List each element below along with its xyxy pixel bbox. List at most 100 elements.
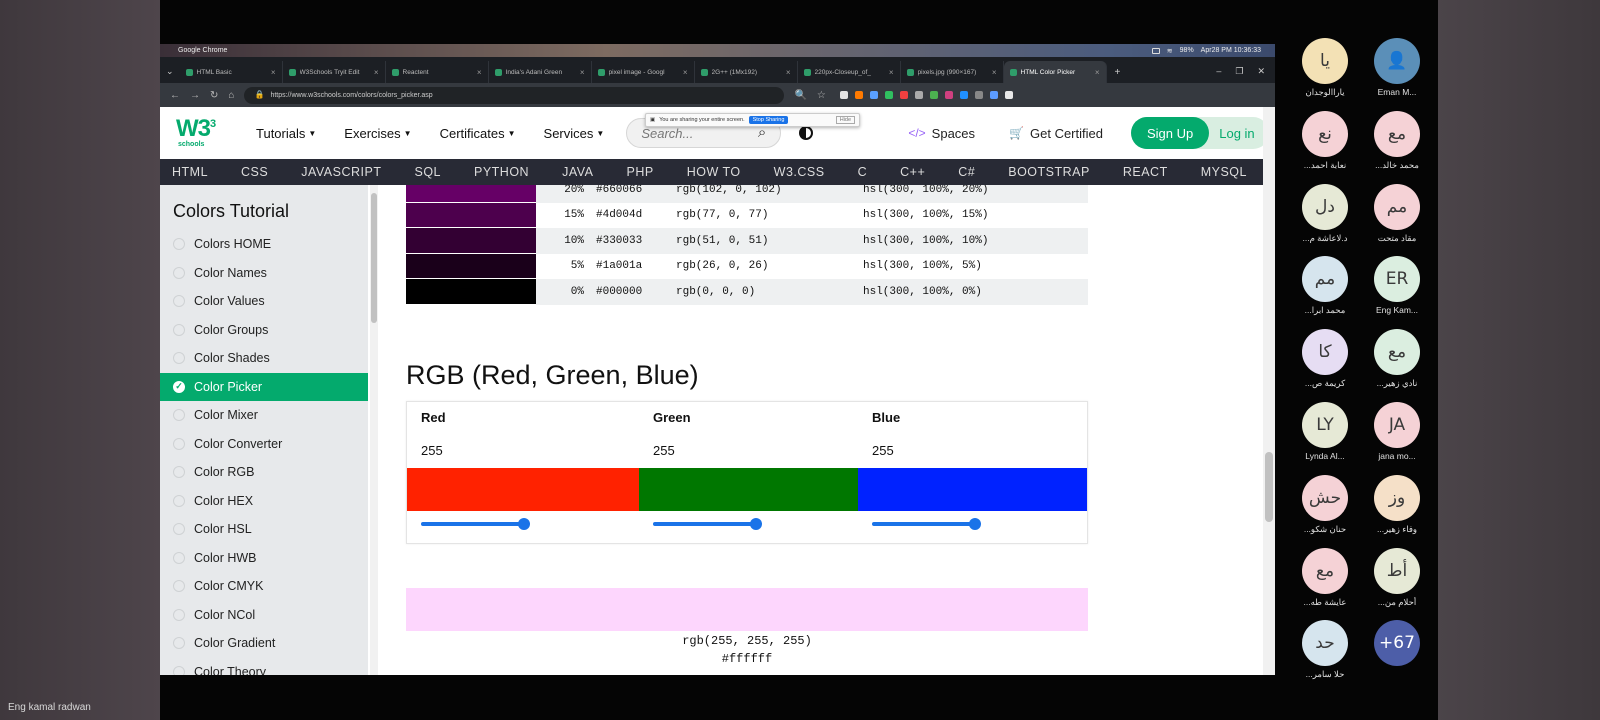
sidebar-item-color-groups[interactable]: Color Groups (160, 316, 368, 345)
sidebar-item-color-hwb[interactable]: Color HWB (160, 544, 368, 573)
tab-close-icon[interactable]: × (374, 68, 379, 77)
topic-bootstrap[interactable]: BOOTSTRAP (1008, 165, 1090, 179)
zoom-icon[interactable]: 🔍 (794, 90, 806, 101)
topic-javascript[interactable]: JAVASCRIPT (301, 165, 381, 179)
participant-tile[interactable]: وز ...وفاء زهير (1362, 474, 1432, 545)
nav-services[interactable]: Services ▼ (544, 126, 605, 141)
extension-icon[interactable] (959, 91, 968, 99)
sidebar-item-color-rgb[interactable]: Color RGB (160, 458, 368, 487)
topic-how-to[interactable]: HOW TO (687, 165, 741, 179)
tab-close-icon[interactable]: × (580, 68, 585, 77)
extension-icon[interactable] (884, 91, 893, 99)
stop-sharing-button[interactable]: Stop Sharing (748, 116, 789, 124)
topic-php[interactable]: PHP (627, 165, 654, 179)
sidebar-item-color-gradient[interactable]: Color Gradient (160, 629, 368, 658)
topic-html[interactable]: HTML (172, 165, 208, 179)
reload-icon[interactable]: ↻ (210, 90, 218, 101)
screen-icon[interactable] (1151, 47, 1160, 54)
browser-tab[interactable]: HTML Basic × (180, 61, 283, 83)
sidebar-item-color-values[interactable]: Color Values (160, 287, 368, 316)
tab-list-icon[interactable]: ⌄ (166, 66, 174, 77)
sidebar-item-color-ncol[interactable]: Color NCol (160, 601, 368, 630)
hide-notice-button[interactable]: Hide (835, 116, 855, 124)
page-scroll-thumb[interactable] (1265, 452, 1273, 522)
spaces-link[interactable]: </> Spaces (908, 126, 975, 141)
nav-tutorials[interactable]: Tutorials ▼ (256, 126, 316, 141)
browser-tab[interactable]: 2G++ (1Mx192) × (695, 61, 798, 83)
page-scrollbar[interactable] (1263, 107, 1275, 675)
nav-certificates[interactable]: Certificates ▼ (440, 126, 516, 141)
browser-tab[interactable]: India's Adani Green × (489, 61, 592, 83)
participant-tile[interactable]: 👤 Eman M... (1362, 38, 1432, 108)
extension-icon[interactable] (989, 91, 998, 99)
sidebar-item-color-converter[interactable]: Color Converter (160, 430, 368, 459)
participant-tile[interactable]: مم مقاد متحت (1362, 183, 1432, 254)
participant-tile[interactable]: أط ...أحلام من (1362, 547, 1432, 618)
wifi-icon[interactable]: ≋ (1167, 47, 1173, 55)
address-bar[interactable]: 🔒 https://www.w3schools.com/colors/color… (244, 86, 785, 104)
sidebar-item-color-picker[interactable]: ✓ Color Picker (160, 372, 368, 401)
channel-slider[interactable] (653, 518, 762, 530)
sidebar-item-color-shades[interactable]: Color Shades (160, 344, 368, 373)
browser-tab[interactable]: W3Schools Tryit Edit × (283, 61, 386, 83)
sidebar-item-color-hsl[interactable]: Color HSL (160, 515, 368, 544)
participant-tile[interactable]: مع ...محمد خالد (1362, 110, 1432, 181)
sidebar-item-colors-home[interactable]: Colors HOME (160, 230, 368, 259)
participant-tile[interactable]: +67 (1362, 620, 1432, 690)
slider-knob[interactable] (969, 518, 981, 530)
forward-icon[interactable]: → (190, 90, 200, 101)
participant-tile[interactable]: حد ...حلا سامر (1290, 620, 1360, 690)
tab-close-icon[interactable]: × (683, 68, 688, 77)
participant-tile[interactable]: LY Lynda Al... (1290, 402, 1360, 472)
topic-sql[interactable]: SQL (414, 165, 441, 179)
home-icon[interactable]: ⌂ (228, 90, 234, 101)
participant-tile[interactable]: حش ...حنان شكو (1290, 474, 1360, 545)
participant-tile[interactable]: مع ...عايشة طه (1290, 547, 1360, 618)
tab-close-icon[interactable]: × (271, 68, 276, 77)
tab-close-icon[interactable]: × (992, 68, 997, 77)
topic-c-[interactable]: C++ (900, 165, 925, 179)
get-certified-link[interactable]: 🛒 Get Certified (1009, 126, 1103, 141)
log-in-button[interactable]: Log in (1209, 126, 1268, 141)
participant-tile[interactable]: ER Eng Kam... (1362, 256, 1432, 326)
topic-mysql[interactable]: MYSQL (1201, 165, 1247, 179)
extension-icon[interactable] (974, 91, 983, 99)
new-tab-icon[interactable]: + (1115, 67, 1121, 78)
nav-exercises[interactable]: Exercises ▼ (344, 126, 411, 141)
topic-w3-css[interactable]: W3.CSS (774, 165, 825, 179)
extension-icon[interactable] (854, 91, 863, 99)
sidebar-item-color-names[interactable]: Color Names (160, 259, 368, 288)
topic-react[interactable]: REACT (1123, 165, 1168, 179)
topic-css[interactable]: CSS (241, 165, 268, 179)
slider-knob[interactable] (750, 518, 762, 530)
participant-tile[interactable]: دل ...د.لاعاشة م (1290, 183, 1360, 254)
sign-up-button[interactable]: Sign Up (1130, 117, 1210, 149)
sidebar-item-color-theory[interactable]: Color Theory (160, 658, 368, 675)
topic-c[interactable]: C (858, 165, 868, 179)
back-icon[interactable]: ← (170, 90, 180, 101)
topic-python[interactable]: PYTHON (474, 165, 529, 179)
close-window-icon[interactable]: ✕ (1257, 66, 1265, 77)
sidebar-scroll-thumb[interactable] (371, 193, 377, 323)
minimize-icon[interactable]: – (1216, 66, 1221, 77)
browser-tab[interactable]: 220px-Closeup_of_ × (798, 61, 901, 83)
extension-icon[interactable] (899, 91, 908, 99)
extension-icon[interactable] (929, 91, 938, 99)
participant-tile[interactable]: نع ...نعابة احمد (1290, 110, 1360, 181)
bookmark-star-icon[interactable]: ☆ (817, 90, 826, 101)
sidebar-item-color-mixer[interactable]: Color Mixer (160, 401, 368, 430)
slider-knob[interactable] (518, 518, 530, 530)
browser-tab[interactable]: HTML Color Picker × (1003, 61, 1107, 83)
extension-icon[interactable] (869, 91, 878, 99)
participant-tile[interactable]: كا ...كريمة ص (1290, 329, 1360, 399)
participant-tile[interactable]: مم ...محمد ابرا (1290, 256, 1360, 326)
sidebar-item-color-cmyk[interactable]: Color CMYK (160, 572, 368, 601)
extension-icon[interactable] (839, 91, 848, 99)
channel-slider[interactable] (872, 518, 981, 530)
browser-tab[interactable]: Reactent × (386, 61, 489, 83)
dark-mode-toggle-icon[interactable] (799, 126, 814, 140)
tab-close-icon[interactable]: × (1095, 68, 1100, 77)
tab-close-icon[interactable]: × (889, 68, 894, 77)
topic-c-[interactable]: C# (958, 165, 975, 179)
restore-icon[interactable]: ❐ (1235, 66, 1243, 77)
